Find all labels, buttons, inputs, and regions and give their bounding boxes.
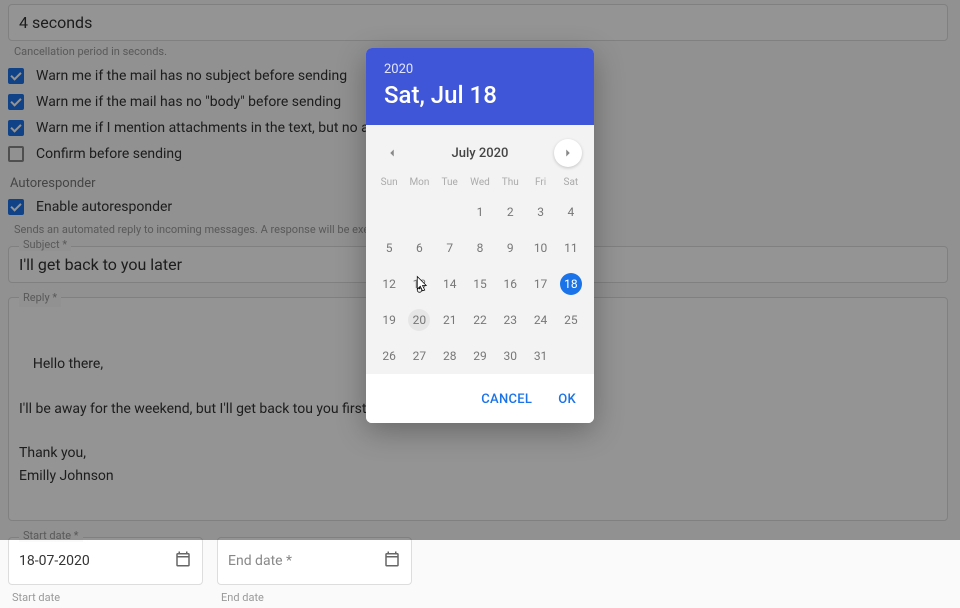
chevron-right-icon <box>561 146 575 160</box>
date-picker-weekday-row: SunMonTueWedThuFriSat <box>374 171 586 194</box>
weekday-label: Sat <box>556 171 586 194</box>
end-date-helper: End date <box>221 591 412 604</box>
date-picker-month-label: July 2020 <box>452 146 509 161</box>
day-cell-blank <box>374 194 404 230</box>
prev-month-button[interactable] <box>378 139 406 167</box>
day-cell[interactable]: 30 <box>495 338 525 374</box>
date-picker-actions: CANCEL OK <box>366 374 594 423</box>
day-cell[interactable]: 29 <box>465 338 495 374</box>
day-cell[interactable]: 8 <box>465 230 495 266</box>
end-date-placeholder: End date * <box>228 553 292 569</box>
calendar-icon[interactable] <box>174 550 192 572</box>
end-date-field[interactable]: End date * <box>217 537 412 585</box>
day-cell[interactable]: 16 <box>495 266 525 302</box>
day-cell[interactable]: 31 <box>525 338 555 374</box>
day-cell-blank <box>404 194 434 230</box>
start-date-value: 18-07-2020 <box>19 553 90 569</box>
day-cell[interactable]: 2 <box>495 194 525 230</box>
next-month-button[interactable] <box>554 139 582 167</box>
day-cell[interactable]: 25 <box>556 302 586 338</box>
date-picker-nav: July 2020 <box>374 133 586 171</box>
calendar-icon[interactable] <box>383 550 401 572</box>
day-cell[interactable]: 12 <box>374 266 404 302</box>
day-cell[interactable]: 11 <box>556 230 586 266</box>
day-cell[interactable]: 24 <box>525 302 555 338</box>
date-picker-dialog: 2020 Sat, Jul 18 July 2020 SunMonTueWedT… <box>366 48 594 423</box>
day-cell[interactable]: 28 <box>435 338 465 374</box>
day-cell-blank <box>435 194 465 230</box>
weekday-label: Mon <box>404 171 434 194</box>
cancel-button[interactable]: CANCEL <box>481 392 532 407</box>
day-cell[interactable]: 22 <box>465 302 495 338</box>
day-cell[interactable]: 10 <box>525 230 555 266</box>
day-cell[interactable]: 18 <box>556 266 586 302</box>
day-cell[interactable]: 19 <box>374 302 404 338</box>
day-cell[interactable]: 13 <box>404 266 434 302</box>
date-picker-selected-date[interactable]: Sat, Jul 18 <box>384 81 576 109</box>
day-cell[interactable]: 17 <box>525 266 555 302</box>
date-picker-year[interactable]: 2020 <box>384 62 576 77</box>
weekday-label: Tue <box>435 171 465 194</box>
chevron-left-icon <box>385 146 399 160</box>
day-cell[interactable]: 15 <box>465 266 495 302</box>
ok-button[interactable]: OK <box>558 392 576 407</box>
day-cell[interactable]: 23 <box>495 302 525 338</box>
day-cell[interactable]: 5 <box>374 230 404 266</box>
date-picker-body: July 2020 SunMonTueWedThuFriSat 12345678… <box>366 125 594 374</box>
date-picker-day-grid: 1234567891011121314151617181920212223242… <box>374 194 586 374</box>
weekday-label: Fri <box>525 171 555 194</box>
day-cell[interactable]: 3 <box>525 194 555 230</box>
weekday-label: Sun <box>374 171 404 194</box>
autoresponder-date-row: Start date * 18-07-2020 Start date End d… <box>8 537 952 604</box>
day-cell[interactable]: 21 <box>435 302 465 338</box>
day-cell[interactable]: 14 <box>435 266 465 302</box>
day-cell[interactable]: 27 <box>404 338 434 374</box>
weekday-label: Thu <box>495 171 525 194</box>
weekday-label: Wed <box>465 171 495 194</box>
start-date-field[interactable]: Start date * 18-07-2020 <box>8 537 203 585</box>
day-cell[interactable]: 9 <box>495 230 525 266</box>
start-date-helper: Start date <box>12 591 203 604</box>
day-cell[interactable]: 20 <box>404 302 434 338</box>
day-cell[interactable]: 6 <box>404 230 434 266</box>
date-picker-header: 2020 Sat, Jul 18 <box>366 48 594 125</box>
day-cell[interactable]: 7 <box>435 230 465 266</box>
day-cell[interactable]: 4 <box>556 194 586 230</box>
day-cell[interactable]: 26 <box>374 338 404 374</box>
day-cell[interactable]: 1 <box>465 194 495 230</box>
